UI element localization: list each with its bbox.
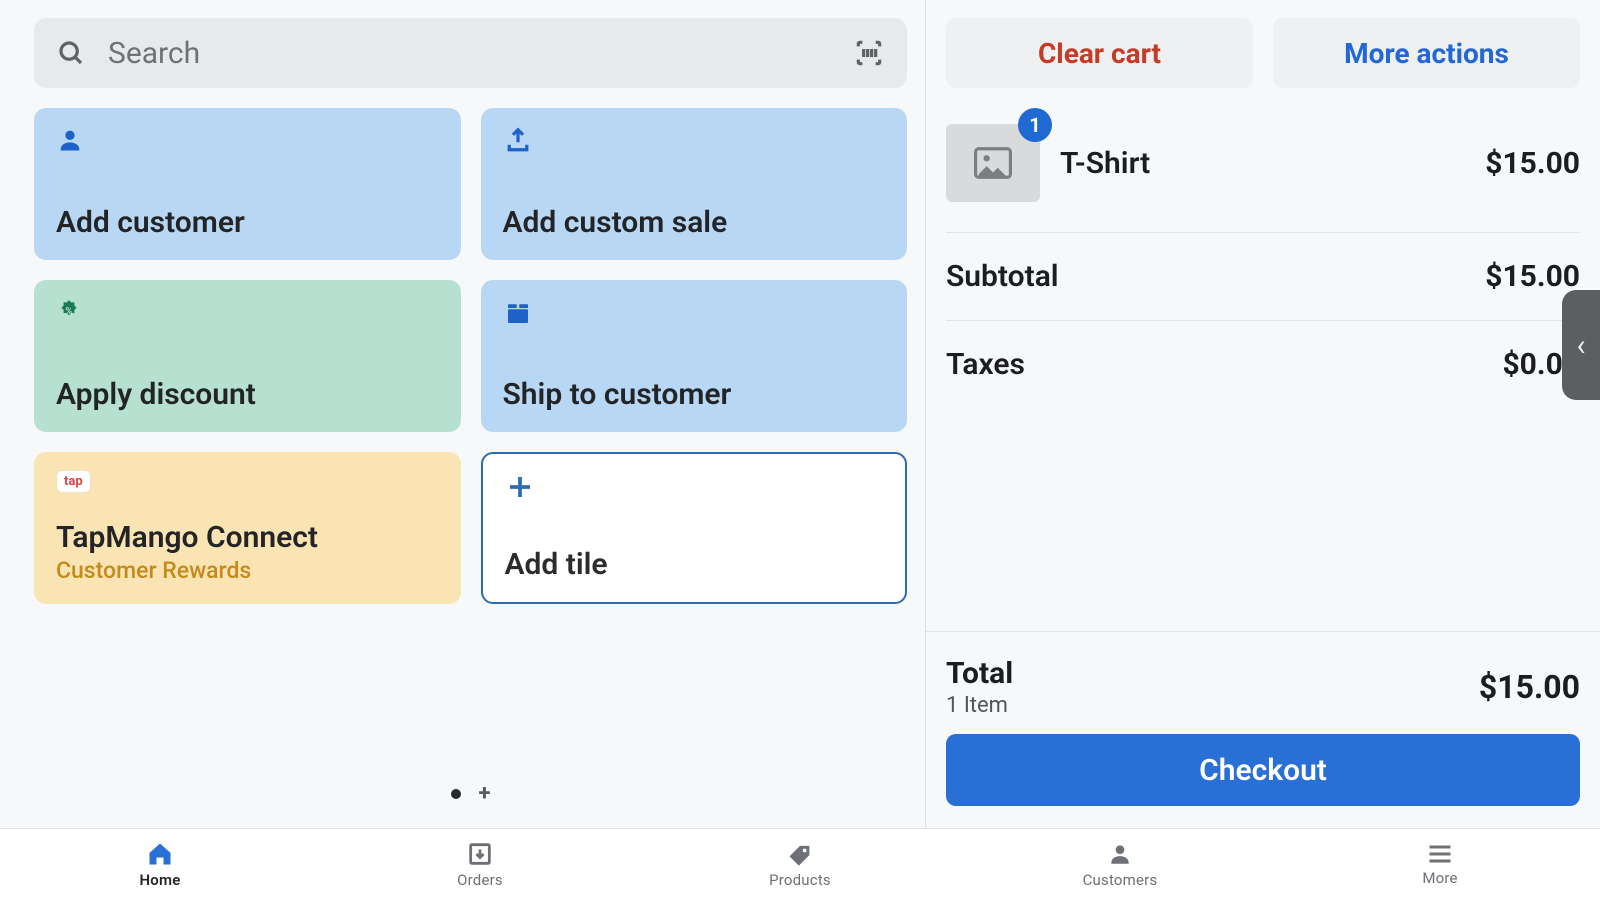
taxes-label: Taxes [946, 347, 1025, 382]
total-label: Total [946, 656, 1013, 691]
search-bar[interactable]: Search [34, 18, 907, 88]
checkout-button[interactable]: Checkout [946, 734, 1580, 806]
search-icon [56, 38, 86, 68]
page-dot-active [451, 789, 461, 799]
nav-orders[interactable]: Orders [320, 829, 640, 900]
home-icon [146, 841, 174, 867]
tag-icon [786, 841, 814, 867]
package-icon [503, 298, 886, 328]
page-indicator: + [34, 755, 907, 828]
nav-customers[interactable]: Customers [960, 829, 1280, 900]
nav-label: More [1422, 869, 1457, 887]
side-drawer-handle[interactable]: ‹ [1562, 290, 1600, 400]
clear-cart-label: Clear cart [1038, 37, 1161, 70]
nav-more[interactable]: More [1280, 829, 1600, 900]
search-placeholder: Search [108, 36, 831, 71]
clear-cart-button[interactable]: Clear cart [946, 18, 1253, 88]
more-actions-button[interactable]: More actions [1273, 18, 1580, 88]
total-row: Total 1 Item $15.00 [946, 650, 1580, 734]
cart-item-name: T-Shirt [1060, 146, 1465, 181]
nav-label: Products [769, 871, 831, 889]
tile-label: Ship to customer [503, 377, 886, 412]
nav-label: Home [139, 871, 180, 889]
taxes-row: Taxes $0.00 [946, 321, 1580, 408]
tile-subtitle: Customer Rewards [56, 557, 439, 584]
tile-label: TapMango Connect [56, 520, 439, 555]
svg-text:%: % [65, 306, 72, 317]
tile-label: Add customer [56, 205, 439, 240]
tile-label: Add custom sale [503, 205, 886, 240]
nav-home[interactable]: Home [0, 829, 320, 900]
add-custom-sale-tile[interactable]: Add custom sale [481, 108, 908, 260]
nav-label: Orders [457, 871, 503, 889]
upload-icon [503, 126, 886, 156]
tapmango-app-icon: tap [56, 470, 439, 500]
orders-icon [466, 841, 494, 867]
cart-line-item[interactable]: 1 T-Shirt $15.00 [946, 88, 1580, 233]
tapmango-tile[interactable]: tap TapMango Connect Customer Rewards [34, 452, 461, 604]
add-customer-tile[interactable]: Add customer [34, 108, 461, 260]
bottom-nav: Home Orders Products Customers More [0, 828, 1600, 900]
cart-item-price: $15.00 [1485, 146, 1580, 181]
nav-label: Customers [1083, 871, 1158, 889]
apply-discount-tile[interactable]: % Apply discount [34, 280, 461, 432]
tile-label: Add tile [505, 547, 884, 582]
barcode-scan-icon[interactable] [853, 37, 885, 69]
add-page-icon[interactable]: + [479, 781, 491, 806]
nav-products[interactable]: Products [640, 829, 960, 900]
quantity-badge: 1 [1018, 108, 1052, 142]
tile-label: Apply discount [56, 377, 439, 412]
menu-icon [1426, 843, 1454, 865]
total-value: $15.00 [1479, 668, 1580, 706]
subtotal-value: $15.00 [1485, 259, 1580, 294]
plus-icon [505, 472, 884, 502]
person-icon [1107, 841, 1133, 867]
total-items: 1 Item [946, 693, 1013, 718]
discount-badge-icon: % [56, 298, 439, 328]
checkout-label: Checkout [1199, 753, 1327, 788]
more-actions-label: More actions [1344, 37, 1509, 70]
add-tile-button[interactable]: Add tile [481, 452, 908, 604]
subtotal-label: Subtotal [946, 259, 1059, 294]
ship-to-customer-tile[interactable]: Ship to customer [481, 280, 908, 432]
person-icon [56, 126, 439, 156]
chevron-left-icon: ‹ [1576, 328, 1585, 363]
subtotal-row: Subtotal $15.00 [946, 233, 1580, 321]
